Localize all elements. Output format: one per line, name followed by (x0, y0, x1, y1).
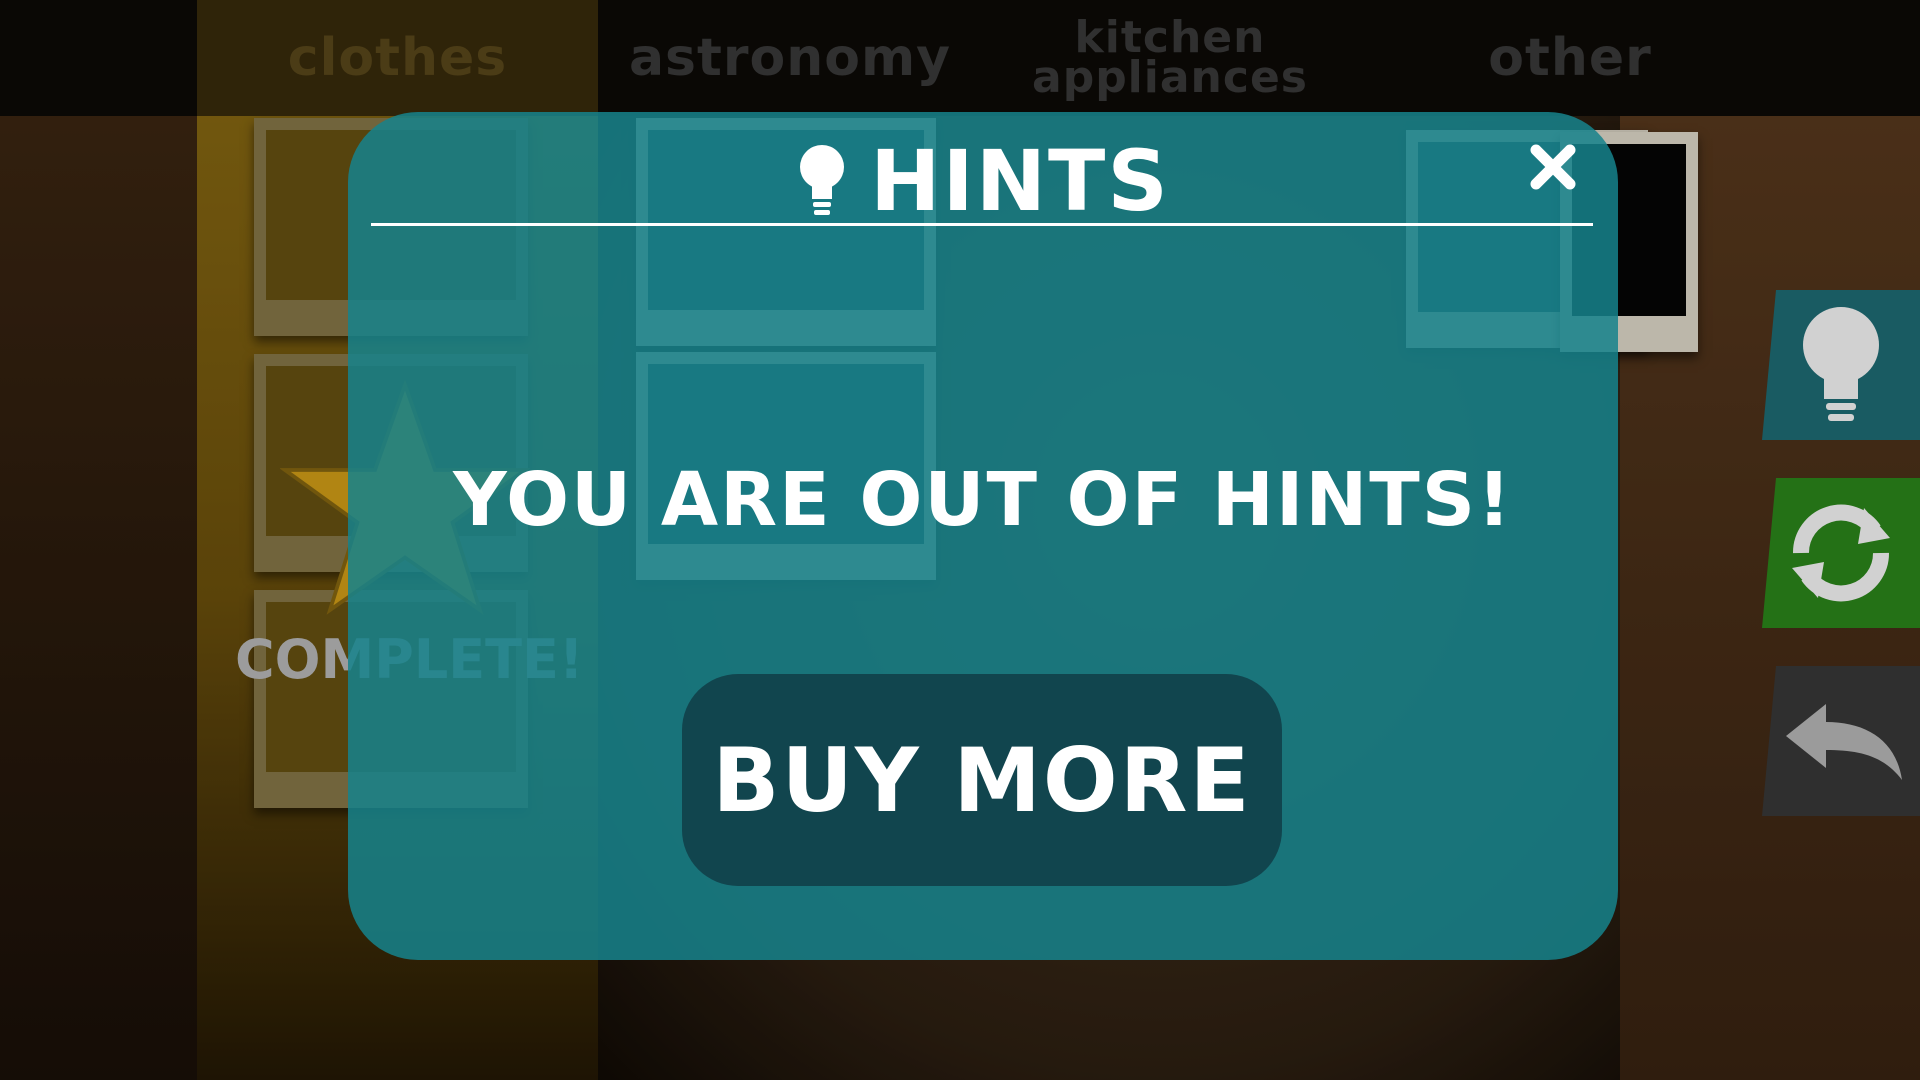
game-screen: COMPLETE! clothes astronomy kitchen appl… (0, 0, 1920, 1080)
lightbulb-icon (800, 145, 845, 215)
buy-more-button[interactable]: BUY MORE (682, 674, 1282, 886)
hints-dialog: HINTS YOU ARE OUT OF HINTS! BUY MORE (348, 112, 1618, 960)
dialog-title: HINTS (870, 132, 1170, 230)
close-button[interactable] (1518, 132, 1588, 202)
dialog-header: HINTS (348, 126, 1618, 236)
close-icon (1530, 144, 1576, 190)
out-of-hints-message: YOU ARE OUT OF HINTS! (453, 457, 1513, 543)
header-divider (371, 223, 1593, 226)
